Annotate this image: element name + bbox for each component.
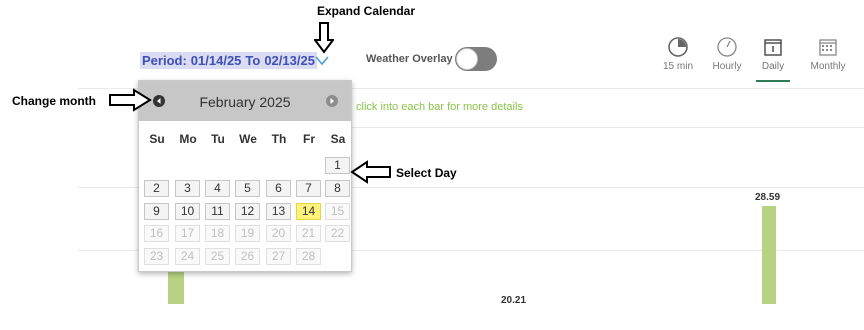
calendar-month-icon bbox=[819, 39, 837, 56]
calendar-day[interactable]: 7 bbox=[296, 180, 321, 197]
calendar-day[interactable]: 5 bbox=[235, 180, 260, 197]
next-month-icon bbox=[330, 98, 334, 104]
bar-value-label: 28.59 bbox=[755, 192, 781, 203]
calendar-day[interactable]: 13 bbox=[266, 203, 291, 220]
chart-bar[interactable] bbox=[762, 206, 776, 304]
calendar-day: 23 bbox=[144, 248, 169, 265]
calendar-day: 28 bbox=[296, 248, 321, 265]
calendar-day: 17 bbox=[175, 225, 200, 242]
calendar-day[interactable]: 2 bbox=[144, 180, 169, 197]
view-15min-button[interactable]: 15 min bbox=[656, 36, 700, 72]
view-hourly-button[interactable]: Hourly bbox=[705, 36, 749, 72]
calendar-day: 26 bbox=[235, 248, 260, 265]
annotation-expand-calendar: Expand Calendar bbox=[317, 4, 416, 18]
calendar-day: 21 bbox=[296, 225, 321, 242]
view-label: Daily bbox=[761, 61, 785, 72]
calendar-day[interactable]: 11 bbox=[205, 203, 230, 220]
calendar-day-icon bbox=[764, 39, 782, 56]
chart-bar[interactable] bbox=[168, 270, 184, 304]
pie-clock-icon bbox=[668, 37, 688, 57]
period-prefix: Period: bbox=[142, 53, 187, 68]
date-picker-popup: February 2025 Su Mo Tu We Th Fr Sa 1 2 3 4 5 6 7 8 9 10 1… bbox=[138, 80, 352, 272]
weekday-header: Su bbox=[149, 132, 165, 146]
weekday-header: We bbox=[239, 132, 257, 146]
weekday-header: Tu bbox=[211, 132, 225, 146]
weather-overlay-toggle[interactable] bbox=[455, 47, 497, 71]
calendar-day[interactable]: 10 bbox=[175, 203, 200, 220]
weather-overlay-label: Weather Overlay bbox=[366, 53, 453, 65]
period-start: 01/14/25 bbox=[190, 53, 242, 68]
calendar-day[interactable]: 9 bbox=[144, 203, 169, 220]
calendar-day: 16 bbox=[144, 225, 169, 242]
calendar-day: 22 bbox=[325, 225, 350, 242]
calendar-day[interactable]: 3 bbox=[175, 180, 200, 197]
annotation-select-day: Select Day bbox=[396, 166, 457, 180]
calendar-day: 15 bbox=[325, 203, 350, 220]
weekday-header: Sa bbox=[330, 132, 346, 146]
chart-hint: click into each bar for more details bbox=[356, 101, 523, 113]
weekday-header: Th bbox=[271, 132, 287, 146]
calendar-day[interactable]: 6 bbox=[266, 180, 291, 197]
arrow-left-icon bbox=[350, 160, 391, 184]
view-daily-button[interactable]: Daily bbox=[751, 36, 795, 72]
calendar-header: February 2025 bbox=[139, 81, 351, 121]
toggle-knob bbox=[456, 48, 478, 70]
view-label: Hourly bbox=[712, 61, 742, 72]
calendar-day: 24 bbox=[175, 248, 200, 265]
period-range[interactable]: Period: 01/14/25 To 02/13/25 bbox=[140, 52, 317, 69]
selected-view-indicator bbox=[756, 80, 790, 82]
arrow-down-icon bbox=[314, 22, 334, 54]
view-label: Monthly bbox=[810, 61, 846, 72]
chevron-down-icon[interactable] bbox=[314, 54, 330, 68]
calendar-day: 19 bbox=[235, 225, 260, 242]
calendar-month-title: February 2025 bbox=[199, 94, 291, 110]
next-month-button[interactable] bbox=[326, 95, 338, 107]
calendar-day: 18 bbox=[205, 225, 230, 242]
calendar-day: 25 bbox=[205, 248, 230, 265]
view-monthly-button[interactable]: Monthly bbox=[806, 36, 850, 72]
divider bbox=[352, 127, 864, 128]
calendar-day[interactable]: 12 bbox=[235, 203, 260, 220]
clock-icon bbox=[717, 37, 737, 57]
calendar-day[interactable]: 8 bbox=[325, 180, 350, 197]
bar-value-label: 20.21 bbox=[501, 295, 527, 306]
arrow-right-icon bbox=[109, 88, 152, 112]
period-end: 02/13/25 bbox=[264, 53, 315, 68]
view-label: 15 min bbox=[662, 61, 693, 72]
weekday-header: Fr bbox=[303, 132, 315, 146]
calendar-day[interactable]: 1 bbox=[325, 157, 350, 174]
calendar-day[interactable]: 4 bbox=[205, 180, 230, 197]
calendar-day: 27 bbox=[266, 248, 291, 265]
period-separator: To bbox=[245, 53, 261, 68]
annotation-change-month: Change month bbox=[12, 94, 96, 108]
calendar-day: 20 bbox=[266, 225, 291, 242]
calendar-day[interactable]: 14 bbox=[296, 203, 321, 220]
weekday-header: Mo bbox=[179, 132, 197, 146]
